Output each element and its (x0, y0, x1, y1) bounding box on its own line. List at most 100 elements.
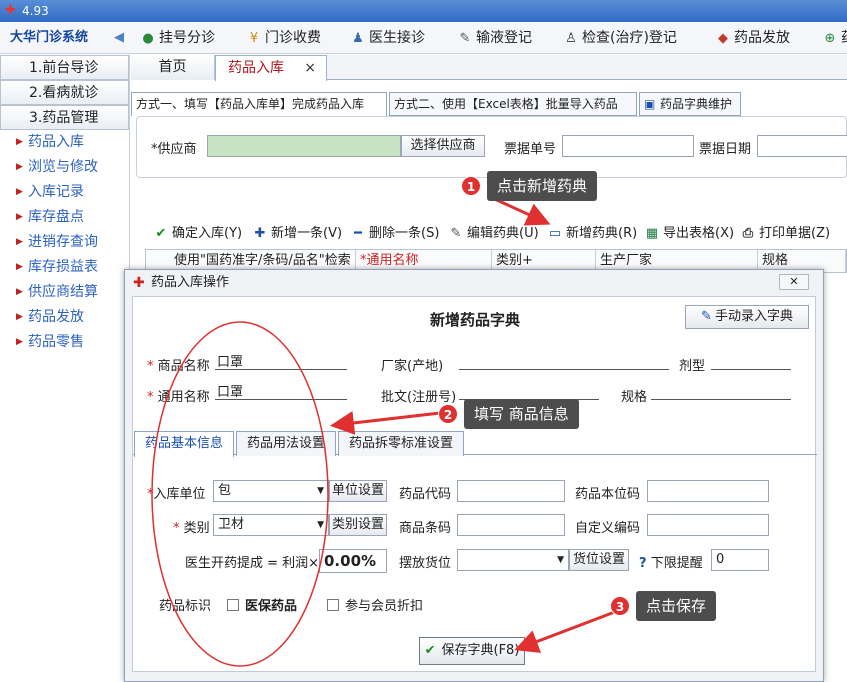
sidebar-item-drug-inbound[interactable]: ▶ 药品入库 (0, 130, 129, 155)
custom-code-field[interactable] (647, 514, 769, 536)
printer-icon: ⎙ (742, 226, 754, 241)
collapse-arrow-icon[interactable]: ◀ (114, 22, 124, 54)
sidebar-item-dispense[interactable]: ▶ 药品发放 (0, 305, 129, 330)
yen-coin-icon: ¥ (249, 31, 259, 46)
bill-date-field[interactable] (757, 135, 847, 157)
edit-dictionary-button[interactable]: ✎ 编辑药典(U) (448, 222, 539, 246)
edit-pen-icon: ✎ (701, 309, 712, 324)
checkbox-label: 参与会员折扣 (345, 599, 424, 614)
local-code-field[interactable] (647, 480, 769, 502)
bill-no-field[interactable] (562, 135, 694, 157)
drug-code-label: 药品代码 (399, 487, 452, 502)
tab-split-settings[interactable]: 药品拆零标准设置 (338, 431, 465, 456)
new-dictionary-button[interactable]: ▭ 新增药典(R) (547, 222, 637, 246)
category-settings-button[interactable]: 类别设置 (329, 514, 387, 536)
location-settings-button[interactable]: 货位设置 (569, 549, 629, 571)
toolbar-label: 挂号分诊 (159, 30, 215, 46)
print-bill-button[interactable]: ⎙ 打印单据(Z) (740, 222, 830, 246)
location-select[interactable]: ▼ (457, 549, 569, 571)
product-name-underline (215, 369, 347, 370)
delete-row-button[interactable]: ━ 删除一条(S) (350, 222, 439, 246)
plus-icon: ✚ (254, 226, 266, 241)
bullet-triangle-icon: ▶ (16, 237, 23, 247)
subtab-dictionary[interactable]: ▣ 药品字典维护 (639, 92, 741, 116)
tab-basic-info[interactable]: 药品基本信息 (134, 431, 235, 457)
unit-settings-button[interactable]: 单位设置 (329, 480, 387, 502)
sidebar-section-drugs[interactable]: 3.药品管理 (0, 105, 129, 130)
confirm-inbound-button[interactable]: ✔ 确定入库(Y) (153, 222, 243, 246)
toolbar-doctor[interactable]: ♟ 医生接诊 (350, 22, 425, 54)
excel-icon: ▦ (645, 226, 659, 241)
sidebar-item-supplier-settlement[interactable]: ▶ 供应商结算 (0, 280, 129, 305)
sidebar-item-label: 药品发放 (28, 309, 84, 325)
action-label: 编辑药典(U) (467, 226, 539, 241)
walking-person-icon: ♙ (565, 31, 577, 46)
sidebar-item-label: 供应商结算 (28, 284, 98, 300)
sidebar-section-triage[interactable]: 1.前台导诊 (0, 55, 129, 80)
add-row-button[interactable]: ✚ 新增一条(V) (252, 222, 343, 246)
sidebar-item-browse-edit[interactable]: ▶ 浏览与修改 (0, 155, 129, 180)
tab-label: 药品入库 (228, 60, 284, 76)
action-label: 确定入库(Y) (172, 226, 243, 241)
sidebar-item-inventory-query[interactable]: ▶ 进销存查询 (0, 230, 129, 255)
member-discount-checkbox[interactable]: 参与会员折扣 (327, 595, 423, 614)
dialog-close-button[interactable]: ✕ (779, 274, 809, 290)
subtab-excel-import[interactable]: 方式二、使用【Excel表格】批量导入药品 (389, 92, 637, 116)
spec-field[interactable] (651, 399, 791, 400)
toolbar-dispense[interactable]: ◆ 药品发放 (715, 22, 790, 54)
drug-code-field[interactable] (457, 480, 565, 502)
generic-name-field[interactable]: 口罩 (217, 381, 243, 400)
supplier-panel: *供应商 选择供应商 票据单号 票据日期 (136, 116, 847, 178)
min-alert-label: ? 下限提醒 (639, 552, 703, 571)
toolbar-label: 门诊收费 (265, 30, 321, 46)
min-alert-field[interactable]: 0 (711, 549, 769, 571)
export-table-button[interactable]: ▦ 导出表格(X) (644, 222, 734, 246)
toolbar-exam[interactable]: ♙ 检查(治疗)登记 (563, 22, 677, 54)
manual-entry-button[interactable]: ✎ 手动录入字典 (685, 305, 809, 329)
toolbar-billing[interactable]: ¥ 门诊收费 (246, 22, 321, 54)
supplier-label: *供应商 (151, 142, 197, 157)
manufacturer-field[interactable] (459, 369, 669, 370)
pill-icon: ◆ (718, 31, 728, 46)
subtab-label: 药品字典维护 (660, 97, 733, 111)
chevron-down-icon: ▼ (317, 520, 324, 530)
dosage-form-field[interactable] (711, 369, 791, 370)
unit-select[interactable]: 包 ▼ (213, 480, 329, 502)
toolbar-infusion[interactable]: ✎ 输液登记 (457, 22, 532, 54)
new-doc-icon: ▭ (548, 226, 562, 241)
tab-home[interactable]: 首页 (131, 55, 215, 80)
sidebar-item-retail[interactable]: ▶ 药品零售 (0, 330, 129, 355)
barcode-field[interactable] (457, 514, 565, 536)
callout-step-1: 点击新增药典 (487, 171, 598, 201)
sidebar-item-profit-loss[interactable]: ▶ 库存损益表 (0, 255, 129, 280)
dialog-title: 药品入库操作 (151, 275, 230, 290)
tab-drug-inbound[interactable]: 药品入库 × (215, 55, 327, 81)
toolbar-label: 医生接诊 (369, 30, 425, 46)
category-select[interactable]: 卫材 ▼ (213, 514, 329, 536)
action-bar: ✔ 确定入库(Y) ✚ 新增一条(V) ━ 删除一条(S) ✎ 编辑药典(U) ▭ 新增药… (136, 222, 847, 246)
sidebar-item-stocktake[interactable]: ▶ 库存盘点 (0, 205, 129, 230)
action-label: 打印单据(Z) (759, 226, 831, 241)
drug-inbound-dialog: ✚ 药品入库操作 ✕ 新增药品字典 ✎ 手动录入字典 * 商品名称 口罩 厂家(产… (124, 269, 824, 682)
drug-mark-label: 药品标识 (159, 599, 212, 614)
commission-field[interactable]: 0.00% (319, 549, 387, 573)
sidebar-item-inbound-records[interactable]: ▶ 入库记录 (0, 180, 129, 205)
toolbar-registration[interactable]: ● 挂号分诊 (140, 22, 215, 54)
insurance-checkbox[interactable]: 医保药品 (227, 595, 297, 614)
action-label: 新增药典(R) (566, 226, 638, 241)
check-icon: ✔ (155, 226, 167, 241)
save-dictionary-button[interactable]: ✔ 保存字典(F8) (419, 637, 525, 665)
tab-usage-settings[interactable]: 药品用法设置 (236, 431, 337, 456)
subtab-fill-form[interactable]: 方式一、填写【药品入库单】完成药品入库 (131, 92, 387, 116)
checkbox-icon (227, 599, 239, 611)
bullet-triangle-icon: ▶ (16, 137, 23, 147)
close-tab-icon[interactable]: × (304, 56, 316, 80)
toolbar-more[interactable]: ⊕药 (822, 22, 847, 54)
product-name-label: * 商品名称 (147, 359, 210, 374)
sidebar-section-consult[interactable]: 2.看病就诊 (0, 80, 129, 105)
barcode-label: 商品条码 (399, 521, 452, 536)
product-name-field[interactable]: 口罩 (217, 351, 243, 370)
sidebar-item-label: 库存损益表 (28, 259, 98, 275)
choose-supplier-button[interactable]: 选择供应商 (401, 135, 485, 157)
supplier-field[interactable] (207, 135, 401, 157)
